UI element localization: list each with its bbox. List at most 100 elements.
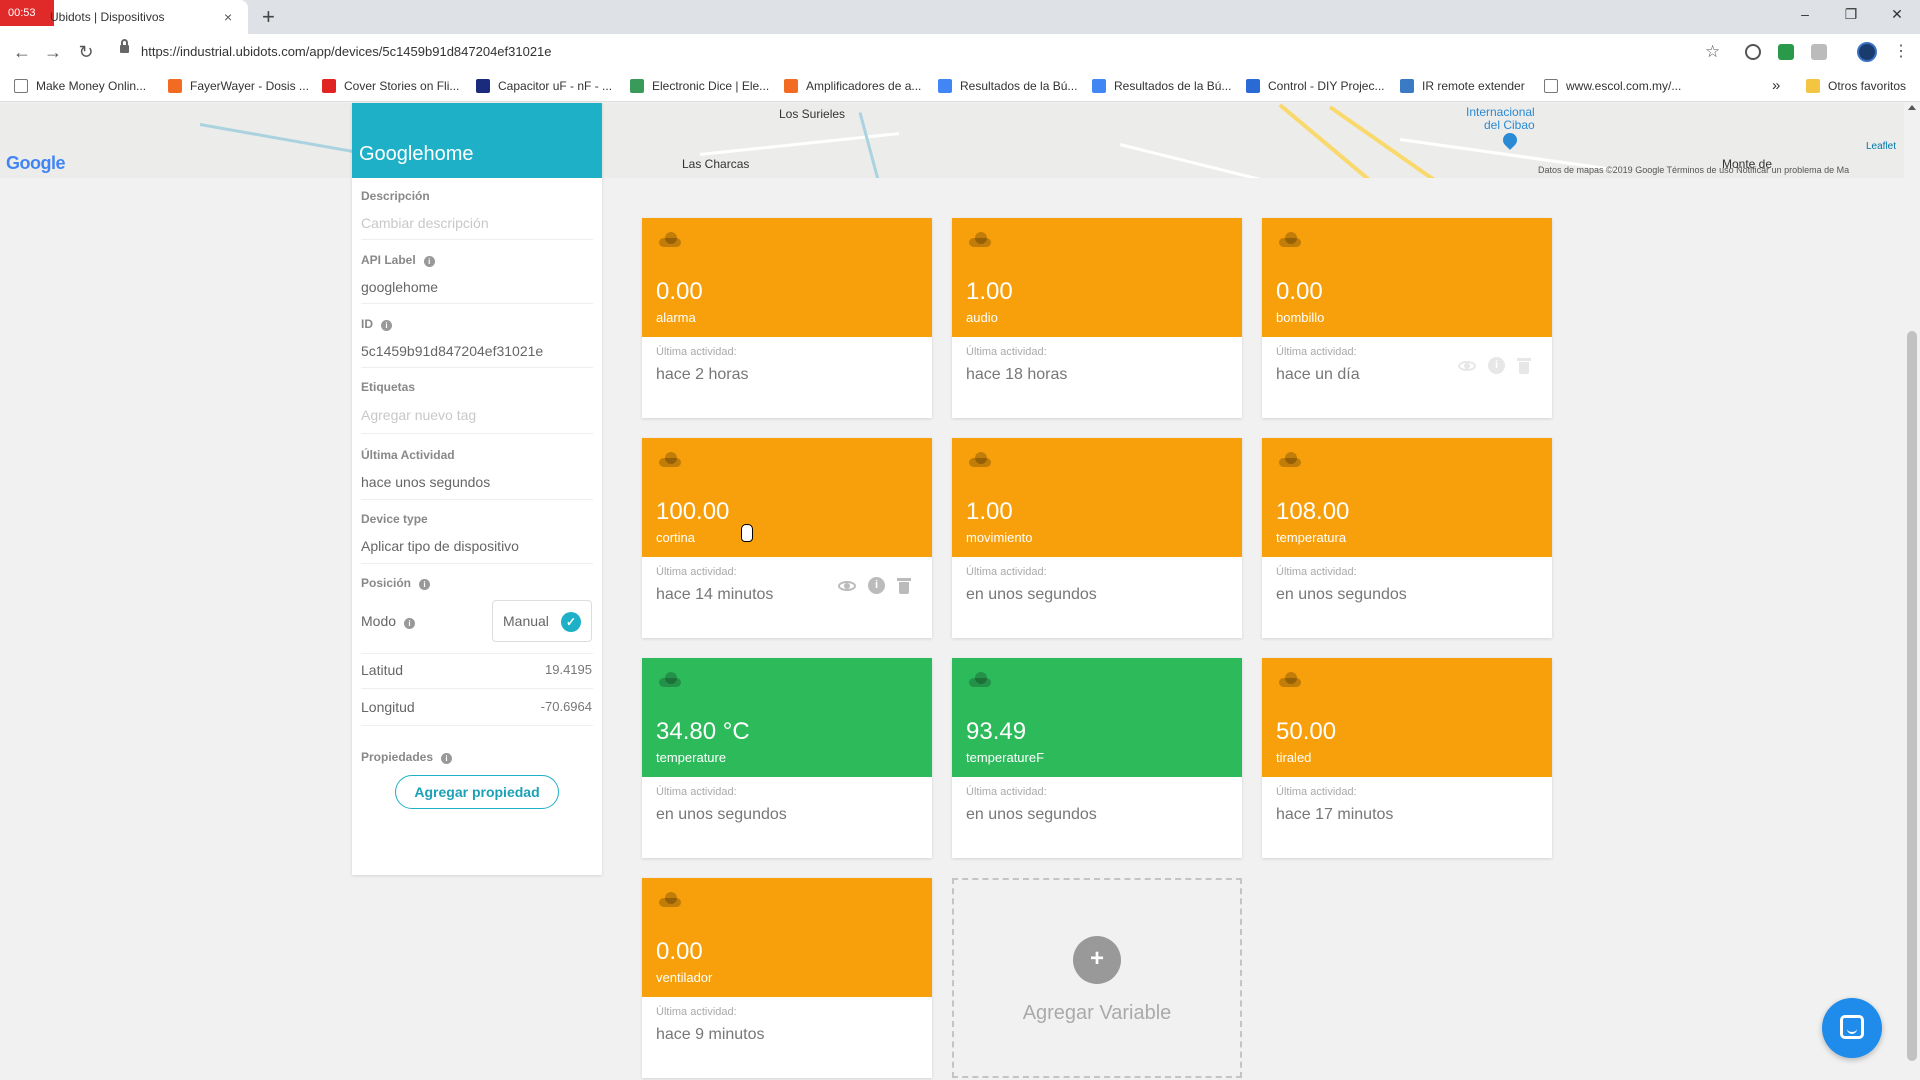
device-type-select[interactable]: Aplicar tipo de dispositivo [361,538,519,554]
last-activity-label: Última actividad: [1276,786,1357,798]
close-window-icon[interactable]: ✕ [1874,0,1920,30]
map-pin-icon [1500,130,1520,150]
tab-close-icon[interactable]: × [224,0,232,34]
tags-input[interactable]: Agregar nuevo tag [361,407,476,423]
variable-name: bombillo [1276,310,1325,325]
variable-card[interactable]: 0.00 ventilador Última actividad: hace 9… [642,878,932,1078]
last-activity-label: Última actividad: [966,566,1047,578]
bookmark-item[interactable]: FayerWayer - Dosis ... [168,70,309,102]
variable-card[interactable]: 1.00 audio Última actividad: hace 18 hor… [952,218,1242,418]
lock-icon [120,39,129,53]
add-property-button[interactable]: Agregar propiedad [395,775,559,809]
mode-dropdown[interactable]: Manual ✓ [492,600,592,642]
bookmark-item[interactable]: Resultados de la Bú... [938,70,1077,102]
info-icon[interactable]: i [404,618,416,629]
api-label-value[interactable]: googlehome [361,279,438,295]
variable-card[interactable]: 0.00 alarma Última actividad: hace 2 hor… [642,218,932,418]
bookmark-item[interactable]: Capacitor uF - nF - ... [476,70,612,102]
minimize-icon[interactable]: – [1782,0,1828,30]
variable-value: 0.00 [656,278,703,305]
device-map[interactable]: Los Surieles Las Charcas Internacional d… [0,103,1920,178]
eye-icon[interactable] [1458,357,1476,375]
info-icon[interactable]: i [423,256,435,267]
info-icon[interactable]: i [381,320,392,331]
info-icon[interactable]: i [419,579,431,590]
info-icon[interactable]: i [1488,357,1506,375]
variable-card-header[interactable]: 0.00 alarma [642,218,932,337]
bookmark-item[interactable]: Control - DIY Projec... [1246,70,1384,102]
cloud-icon [969,452,991,467]
variable-card[interactable]: 108.00 temperatura Última actividad: en … [1262,438,1552,638]
other-bookmarks[interactable]: Otros favoritos [1806,70,1906,102]
variable-card-header[interactable]: 34.80 °C temperature [642,658,932,777]
scrollbar-thumb[interactable] [1907,331,1917,1061]
variable-card[interactable]: 50.00 tiraled Última actividad: hace 17 … [1262,658,1552,858]
check-icon: ✓ [561,612,581,632]
variable-card[interactable]: 34.80 °C temperature Última actividad: e… [642,658,932,858]
cloud-icon [659,232,681,247]
bookmark-item[interactable]: IR remote extender [1400,70,1525,102]
device-name[interactable]: Googlehome [359,143,474,166]
browser-toolbar: ← → ↻ https://industrial.ubidots.com/app… [0,34,1920,70]
cloud-icon [1279,232,1301,247]
map-attribution[interactable]: Datos de mapas ©2019 Google Términos de … [1538,165,1849,175]
extension-gray-icon[interactable] [1811,44,1827,60]
variable-value: 1.00 [966,498,1013,525]
forward-icon[interactable]: → [41,34,65,70]
browser-menu-icon[interactable]: ⋮ [1893,34,1909,70]
variable-card-header[interactable]: 100.00 cortina [642,438,932,557]
chat-support-button[interactable] [1822,998,1882,1058]
site-favicon-icon [630,79,644,93]
cloud-icon [1279,672,1301,687]
page-scrollbar[interactable] [1904,103,1920,1078]
variable-card-header[interactable]: 108.00 temperatura [1262,438,1552,557]
latitude-value[interactable]: 19.4195 [545,662,592,677]
card-actions: i [838,577,918,597]
variable-card[interactable]: 93.49 temperatureF Última actividad: en … [952,658,1242,858]
scroll-up-icon[interactable] [1908,105,1916,110]
leaflet-link[interactable]: Leaflet [1866,141,1896,152]
bookmark-item[interactable]: Electronic Dice | Ele... [630,70,769,102]
variable-card-header[interactable]: 1.00 audio [952,218,1242,337]
eye-icon[interactable] [838,577,856,595]
new-tab-icon[interactable]: + [262,2,275,32]
variable-card-header[interactable]: 1.00 movimiento [952,438,1242,557]
reload-icon[interactable]: ↻ [74,34,98,70]
trash-icon[interactable] [896,577,914,595]
site-favicon-icon [168,79,182,93]
add-variable-button[interactable]: + Agregar Variable [952,878,1242,1078]
description-input[interactable]: Cambiar descripción [361,215,489,231]
last-activity-label: Última actividad: [966,346,1047,358]
restore-icon[interactable]: ❐ [1828,0,1874,30]
variable-card[interactable]: 0.00 bombillo Última actividad: hace un … [1262,218,1552,418]
longitude-value[interactable]: -70.6964 [541,699,592,714]
bookmark-item[interactable]: Resultados de la Bú... [1092,70,1231,102]
variable-card[interactable]: 100.00 cortina Última actividad: hace 14… [642,438,932,638]
trash-icon[interactable] [1516,357,1534,375]
variable-last-activity: hace un día [1276,366,1360,383]
browser-tab[interactable]: 00:53 Ubidots | Dispositivos × [0,0,248,34]
variable-card-header[interactable]: 0.00 ventilador [642,878,932,997]
url-text[interactable]: https://industrial.ubidots.com/app/devic… [141,39,552,65]
variable-last-activity: hace 14 minutos [656,586,774,603]
bookmark-item[interactable]: Amplificadores de a... [784,70,921,102]
bookmark-item[interactable]: Cover Stories on Fli... [322,70,459,102]
variable-card-header[interactable]: 50.00 tiraled [1262,658,1552,777]
bookmarks-overflow-icon[interactable]: » [1772,70,1780,102]
info-icon[interactable]: i [441,753,453,764]
extension-block-icon[interactable] [1745,44,1761,60]
description-label: Descripción [361,189,430,203]
bookmark-item[interactable]: Make Money Onlin... [14,70,146,102]
profile-avatar[interactable] [1857,42,1877,62]
address-bar[interactable]: https://industrial.ubidots.com/app/devic… [112,39,1708,65]
longitude-label: Longitud [361,699,415,715]
info-icon[interactable]: i [868,577,886,595]
back-icon[interactable]: ← [10,34,34,70]
variable-card-header[interactable]: 0.00 bombillo [1262,218,1552,337]
extension-green-icon[interactable] [1778,44,1794,60]
variable-card[interactable]: 1.00 movimiento Última actividad: en uno… [952,438,1242,638]
bookmark-star-icon[interactable]: ☆ [1705,34,1720,70]
cloud-icon [1279,452,1301,467]
bookmark-item[interactable]: www.escol.com.my/... [1544,70,1681,102]
variable-card-header[interactable]: 93.49 temperatureF [952,658,1242,777]
